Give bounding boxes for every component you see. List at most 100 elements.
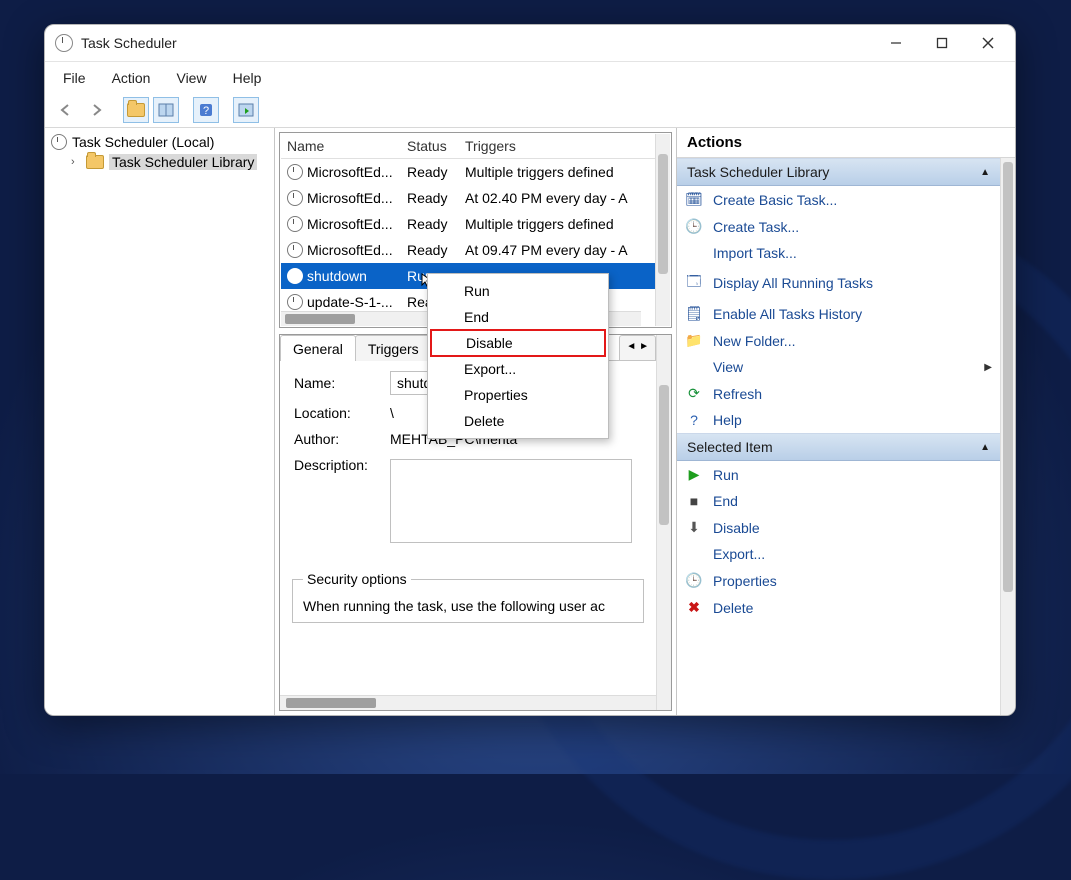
task-row[interactable]: MicrosoftEd... Ready Multiple triggers d…	[281, 211, 655, 237]
scroll-thumb[interactable]	[285, 314, 355, 324]
v-scrollbar[interactable]	[656, 335, 671, 710]
play-icon: ▶	[685, 466, 703, 483]
scroll-thumb[interactable]	[286, 698, 376, 708]
expand-icon[interactable]: ›	[71, 156, 81, 168]
label-location: Location:	[294, 405, 390, 421]
close-button[interactable]	[965, 27, 1011, 59]
collapse-icon: ▲	[980, 442, 990, 453]
task-row[interactable]: MicrosoftEd... Ready At 02.40 PM every d…	[281, 185, 655, 211]
minimize-button[interactable]	[873, 27, 919, 59]
preview-icon	[238, 103, 254, 117]
action-view[interactable]: View▶	[677, 354, 1000, 380]
tab-triggers[interactable]: Triggers	[355, 335, 432, 361]
tree-library[interactable]: › Task Scheduler Library	[47, 152, 272, 172]
nav-back-button[interactable]	[53, 97, 79, 123]
props-icon: 🕒	[685, 572, 703, 589]
action-run[interactable]: ▶Run	[677, 461, 1000, 488]
running-icon: 🗔	[685, 271, 703, 295]
collapse-icon: ▲	[980, 167, 990, 178]
tab-general[interactable]: General	[280, 335, 356, 361]
field-description[interactable]	[390, 459, 632, 543]
tab-overflow[interactable]: ◄ ►	[619, 335, 656, 360]
label-name: Name:	[294, 375, 390, 391]
help-icon: ?	[199, 103, 213, 117]
action-new-folder[interactable]: 📁New Folder...	[677, 327, 1000, 354]
history-icon: 🗒	[685, 305, 703, 322]
security-legend: Security options	[303, 571, 411, 587]
titlebar: Task Scheduler	[45, 25, 1015, 62]
ctx-properties[interactable]: Properties	[428, 382, 608, 408]
task-list-header[interactable]: Name Status Triggers	[281, 134, 655, 159]
action-create-task[interactable]: 🕒Create Task...	[677, 213, 1000, 240]
security-options: Security options When running the task, …	[292, 579, 644, 623]
col-triggers[interactable]: Triggers	[465, 138, 649, 154]
action-help[interactable]: ?Help	[677, 407, 1000, 433]
menubar: File Action View Help	[45, 62, 1015, 94]
scroll-thumb[interactable]	[659, 385, 669, 525]
clock-icon	[51, 134, 67, 150]
task-row[interactable]: MicrosoftEd... Ready At 09.47 PM every d…	[281, 237, 655, 263]
panes-icon	[158, 103, 174, 117]
action-export[interactable]: Export...	[677, 541, 1000, 567]
ctx-end[interactable]: End	[428, 304, 608, 330]
toolbar: ?	[45, 94, 1015, 128]
nav-forward-button[interactable]	[83, 97, 109, 123]
action-disable[interactable]: ⬇Disable	[677, 514, 1000, 541]
ctx-export[interactable]: Export...	[428, 356, 608, 382]
action-import-task[interactable]: Import Task...	[677, 240, 1000, 266]
toolbar-panes-button[interactable]	[153, 97, 179, 123]
action-display-running[interactable]: 🗔Display All Running Tasks	[677, 266, 1000, 300]
ctx-disable[interactable]: Disable	[430, 329, 606, 357]
actions-title: Actions	[677, 128, 1015, 158]
label-description: Description:	[294, 457, 390, 473]
folder-icon: 📁	[685, 332, 703, 349]
menu-file[interactable]: File	[59, 68, 90, 88]
scroll-thumb[interactable]	[658, 154, 668, 274]
stop-icon: ■	[685, 493, 703, 509]
action-refresh[interactable]: ⟳Refresh	[677, 380, 1000, 407]
svg-text:?: ?	[203, 105, 209, 117]
action-props[interactable]: 🕒Properties	[677, 567, 1000, 594]
basic-task-icon: 🗓	[685, 191, 703, 208]
delete-icon: ✖	[685, 599, 703, 616]
menu-view[interactable]: View	[172, 68, 210, 88]
action-delete[interactable]: ✖Delete	[677, 594, 1000, 621]
scroll-thumb[interactable]	[1003, 162, 1013, 592]
action-enable-history[interactable]: 🗒Enable All Tasks History	[677, 300, 1000, 327]
h-scrollbar[interactable]	[280, 695, 656, 710]
action-create-basic-task[interactable]: 🗓Create Basic Task...	[677, 186, 1000, 213]
task-icon: 🕒	[685, 218, 703, 235]
arrow-left-icon	[59, 103, 73, 117]
toolbar-preview-button[interactable]	[233, 97, 259, 123]
minimize-icon	[890, 37, 902, 49]
ctx-delete[interactable]: Delete	[428, 408, 608, 434]
context-menu: Run End Disable Export... Properties Del…	[427, 273, 609, 439]
app-icon	[55, 34, 73, 52]
tree-pane: Task Scheduler (Local) › Task Scheduler …	[45, 128, 275, 715]
folder-icon	[127, 103, 145, 117]
col-status[interactable]: Status	[407, 138, 465, 154]
clock-icon	[287, 164, 303, 180]
arrow-right-icon	[89, 103, 103, 117]
col-name[interactable]: Name	[287, 138, 407, 154]
menu-help[interactable]: Help	[229, 68, 266, 88]
menu-action[interactable]: Action	[108, 68, 155, 88]
tree-root[interactable]: Task Scheduler (Local)	[47, 132, 272, 152]
v-scrollbar[interactable]	[1000, 158, 1015, 715]
section-library[interactable]: Task Scheduler Library ▲	[677, 158, 1000, 186]
refresh-icon: ⟳	[685, 385, 703, 402]
actions-pane: Actions Task Scheduler Library ▲ 🗓Create…	[676, 128, 1015, 715]
maximize-icon	[936, 37, 948, 49]
clock-icon	[287, 268, 303, 284]
maximize-button[interactable]	[919, 27, 965, 59]
chevron-right-icon: ▶	[984, 362, 992, 373]
action-end[interactable]: ■End	[677, 488, 1000, 514]
toolbar-folder-button[interactable]	[123, 97, 149, 123]
close-icon	[982, 37, 994, 49]
v-scrollbar[interactable]	[655, 134, 670, 326]
section-selected[interactable]: Selected Item ▲	[677, 433, 1000, 461]
ctx-run[interactable]: Run	[428, 278, 608, 304]
security-text: When running the task, use the following…	[303, 598, 633, 614]
toolbar-help-button[interactable]: ?	[193, 97, 219, 123]
task-row[interactable]: MicrosoftEd... Ready Multiple triggers d…	[281, 159, 655, 185]
